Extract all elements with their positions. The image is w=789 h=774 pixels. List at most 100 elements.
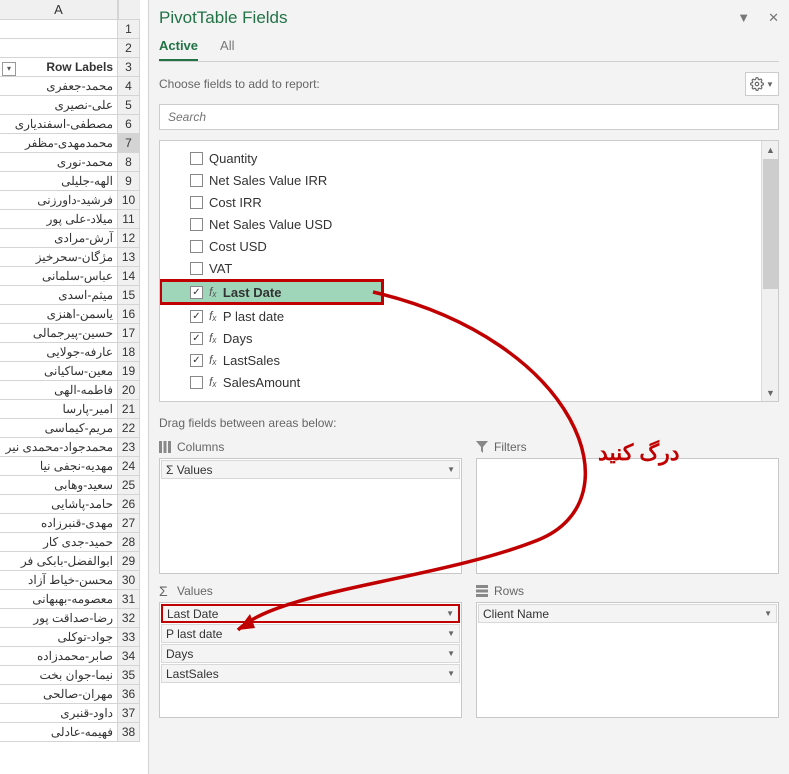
table-row[interactable]: Row Labels3 — [0, 58, 140, 77]
cell[interactable]: رضا-صداقت پور — [0, 609, 118, 627]
cell[interactable]: یاسمن-اهنزی — [0, 305, 118, 323]
cell[interactable]: معصومه-بهبهانی — [0, 590, 118, 608]
table-row[interactable]: محمدجواد-محمدی نیر23 — [0, 438, 140, 457]
row-number[interactable]: 24 — [118, 457, 140, 475]
field-item[interactable]: Quantity — [160, 147, 778, 169]
table-row[interactable]: علی-نصیری5 — [0, 96, 140, 115]
checkbox[interactable] — [190, 354, 203, 367]
scroll-up-icon[interactable]: ▲ — [762, 141, 779, 158]
table-row[interactable]: میثم-اسدی15 — [0, 286, 140, 305]
cell[interactable]: Row Labels — [0, 58, 118, 76]
table-row[interactable]: مهران-صالحی36 — [0, 685, 140, 704]
close-icon[interactable]: ✕ — [768, 10, 779, 26]
table-row[interactable]: مژگان-سحرخیز13 — [0, 248, 140, 267]
settings-dropdown-button[interactable]: ▼ — [745, 72, 779, 96]
area-pill[interactable]: Last Date▼ — [161, 604, 460, 623]
area-pill[interactable]: Client Name▼ — [478, 604, 777, 623]
columns-dropzone[interactable]: Σ Values▼ — [159, 458, 462, 574]
table-row[interactable]: داود-قنبری37 — [0, 704, 140, 723]
row-number[interactable]: 34 — [118, 647, 140, 665]
checkbox[interactable] — [190, 376, 203, 389]
row-number[interactable]: 19 — [118, 362, 140, 380]
cell[interactable]: محمد-نوری — [0, 153, 118, 171]
table-row[interactable]: محمد-نوری8 — [0, 153, 140, 172]
cell[interactable]: عباس-سلمانی — [0, 267, 118, 285]
tab-all[interactable]: All — [220, 34, 234, 61]
table-row[interactable]: صابر-محمدزاده34 — [0, 647, 140, 666]
field-item[interactable]: Cost USD — [160, 235, 778, 257]
row-number[interactable]: 11 — [118, 210, 140, 228]
cell[interactable]: میثم-اسدی — [0, 286, 118, 304]
cell[interactable]: آرش-مرادی — [0, 229, 118, 247]
row-number[interactable]: 10 — [118, 191, 140, 209]
row-number[interactable]: 31 — [118, 590, 140, 608]
cell[interactable]: فاطمه-الهی — [0, 381, 118, 399]
cell[interactable]: سعید-وهابی — [0, 476, 118, 494]
table-row[interactable]: مصطفی-اسفندیاری6 — [0, 115, 140, 134]
row-number[interactable]: 13 — [118, 248, 140, 266]
cell[interactable]: فرشید-داورزنی — [0, 191, 118, 209]
field-item[interactable]: LastSales — [160, 349, 778, 371]
cell[interactable]: داود-قنبری — [0, 704, 118, 722]
scroll-thumb[interactable] — [763, 159, 778, 289]
row-number[interactable]: 16 — [118, 305, 140, 323]
cell[interactable]: عارفه-جولایی — [0, 343, 118, 361]
row-number[interactable]: 26 — [118, 495, 140, 513]
table-row[interactable]: میلاد-علی پور11 — [0, 210, 140, 229]
table-row[interactable]: فرشید-داورزنی10 — [0, 191, 140, 210]
cell[interactable]: مژگان-سحرخیز — [0, 248, 118, 266]
area-pill[interactable]: LastSales▼ — [161, 664, 460, 683]
cell[interactable] — [0, 20, 118, 38]
row-number[interactable]: 20 — [118, 381, 140, 399]
cell[interactable]: نیما-جوان بخت — [0, 666, 118, 684]
row-number[interactable]: 27 — [118, 514, 140, 532]
row-number[interactable]: 14 — [118, 267, 140, 285]
table-row[interactable]: فهیمه-عادلی38 — [0, 723, 140, 742]
cell[interactable]: حامد-پاشایی — [0, 495, 118, 513]
row-number[interactable]: 3 — [118, 58, 140, 76]
row-number[interactable]: 12 — [118, 229, 140, 247]
cell[interactable]: مهران-صالحی — [0, 685, 118, 703]
row-number[interactable]: 36 — [118, 685, 140, 703]
row-number[interactable]: 30 — [118, 571, 140, 589]
row-number[interactable]: 21 — [118, 400, 140, 418]
cell[interactable]: فهیمه-عادلی — [0, 723, 118, 741]
table-row[interactable]: مریم-کیماسی22 — [0, 419, 140, 438]
cell[interactable]: مهدیه-نجفی نیا — [0, 457, 118, 475]
table-row[interactable]: رضا-صداقت پور32 — [0, 609, 140, 628]
table-row[interactable]: 2 — [0, 39, 140, 58]
row-number[interactable]: 37 — [118, 704, 140, 722]
cell[interactable] — [0, 39, 118, 57]
cell[interactable]: امیر-پارسا — [0, 400, 118, 418]
field-item[interactable]: Net Sales Value USD — [160, 213, 778, 235]
table-row[interactable]: معین-ساکیانی19 — [0, 362, 140, 381]
area-pill[interactable]: Σ Values▼ — [161, 460, 460, 479]
table-row[interactable]: امیر-پارسا21 — [0, 400, 140, 419]
cell[interactable]: مصطفی-اسفندیاری — [0, 115, 118, 133]
rows-dropzone[interactable]: Client Name▼ — [476, 602, 779, 718]
field-item[interactable]: SalesAmount — [160, 371, 778, 393]
field-item[interactable]: Net Sales Value IRR — [160, 169, 778, 191]
row-number[interactable]: 22 — [118, 419, 140, 437]
field-item[interactable]: VAT — [160, 257, 778, 279]
table-row[interactable]: سعید-وهابی25 — [0, 476, 140, 495]
checkbox[interactable] — [190, 218, 203, 231]
row-number[interactable]: 2 — [118, 39, 140, 57]
table-row[interactable]: مهدیه-نجفی نیا24 — [0, 457, 140, 476]
table-row[interactable]: فاطمه-الهی20 — [0, 381, 140, 400]
row-number[interactable]: 23 — [118, 438, 140, 456]
search-input[interactable] — [159, 104, 779, 130]
row-number[interactable]: 15 — [118, 286, 140, 304]
table-row[interactable]: محسن-خیاط آزاد30 — [0, 571, 140, 590]
row-number[interactable]: 28 — [118, 533, 140, 551]
table-row[interactable]: محمدمهدی-مظفر7 — [0, 134, 140, 153]
column-a-header[interactable]: A — [0, 0, 118, 19]
row-number[interactable]: 17 — [118, 324, 140, 342]
checkbox[interactable] — [190, 332, 203, 345]
checkbox[interactable] — [190, 174, 203, 187]
table-row[interactable]: عارفه-جولایی18 — [0, 343, 140, 362]
cell[interactable]: مهدی-قنبرزاده — [0, 514, 118, 532]
cell[interactable]: میلاد-علی پور — [0, 210, 118, 228]
cell[interactable]: صابر-محمدزاده — [0, 647, 118, 665]
table-row[interactable]: محمد-جعفری4 — [0, 77, 140, 96]
